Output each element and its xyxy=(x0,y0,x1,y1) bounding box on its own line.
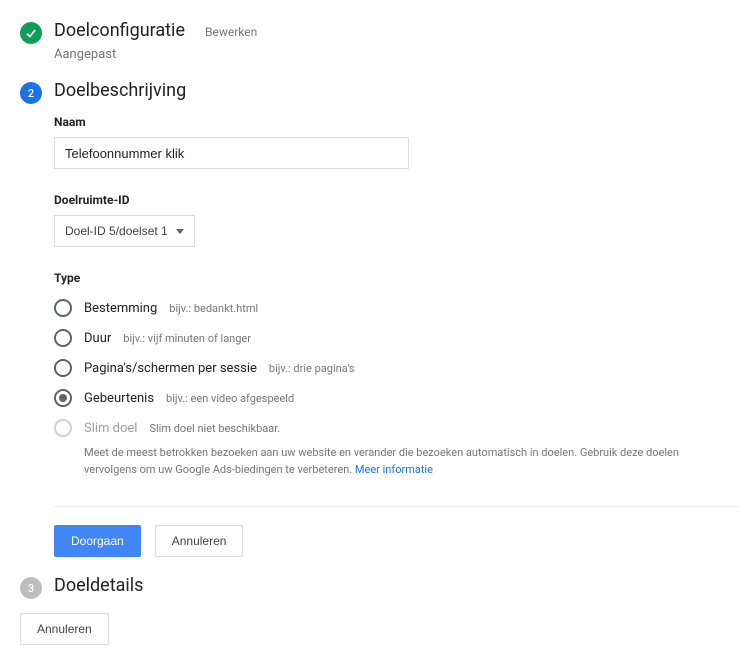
edit-link[interactable]: Bewerken xyxy=(205,25,257,39)
radio-icon[interactable] xyxy=(54,329,72,347)
slot-label: Doelruimte-ID xyxy=(54,193,739,207)
radio-icon xyxy=(54,419,72,437)
step3-title: Doeldetails xyxy=(54,575,143,596)
type-option-duration[interactable]: Duur bijv.: vijf minuten of langer xyxy=(54,323,739,353)
radio-icon[interactable] xyxy=(54,389,72,407)
radio-label: Bestemming xyxy=(84,301,157,316)
step-goal-details: 3 Doeldetails xyxy=(20,575,739,599)
step2-badge: 2 xyxy=(20,82,42,104)
step2-title: Doelbeschrijving xyxy=(54,80,186,101)
radio-label: Gebeurtenis xyxy=(84,391,154,406)
divider xyxy=(54,506,739,507)
smart-description: Meet de meest betrokken bezoeken aan uw … xyxy=(84,445,714,478)
step3-badge: 3 xyxy=(20,577,42,599)
radio-label: Slim doel xyxy=(84,421,137,436)
radio-hint: Slim doel niet beschikbaar. xyxy=(149,422,280,435)
step-goal-configuration: Doelconfiguratie Bewerken Aangepast xyxy=(20,20,739,62)
radio-hint: bijv.: vijf minuten of langer xyxy=(123,332,251,345)
name-label: Naam xyxy=(54,115,739,129)
radio-label: Duur xyxy=(84,331,111,346)
slot-select[interactable]: Doel-ID 5/doelset 1 xyxy=(54,215,195,247)
radio-hint: bijv.: een video afgespeeld xyxy=(166,392,294,405)
type-label: Type xyxy=(54,271,739,285)
radio-icon[interactable] xyxy=(54,299,72,317)
type-option-pages[interactable]: Pagina's/schermen per sessie bijv.: drie… xyxy=(54,353,739,383)
cancel-button[interactable]: Annuleren xyxy=(155,525,244,557)
radio-hint: bijv.: drie pagina's xyxy=(269,362,355,375)
continue-button[interactable]: Doorgaan xyxy=(54,525,141,557)
type-option-destination[interactable]: Bestemming bijv.: bedankt.html xyxy=(54,293,739,323)
step-goal-description: 2 Doelbeschrijving Naam Doelruimte-ID Do… xyxy=(20,80,739,557)
bottom-cancel-button[interactable]: Annuleren xyxy=(20,613,109,645)
name-input[interactable] xyxy=(54,137,409,169)
check-icon xyxy=(20,22,42,44)
caret-down-icon xyxy=(176,229,184,234)
smart-more-info-link[interactable]: Meer informatie xyxy=(355,463,433,476)
type-option-smart: Slim doel Slim doel niet beschikbaar. xyxy=(54,413,739,443)
radio-label: Pagina's/schermen per sessie xyxy=(84,361,257,376)
type-option-event[interactable]: Gebeurtenis bijv.: een video afgespeeld xyxy=(54,383,739,413)
radio-hint: bijv.: bedankt.html xyxy=(169,302,258,315)
step1-title: Doelconfiguratie xyxy=(54,20,185,41)
radio-icon[interactable] xyxy=(54,359,72,377)
slot-value: Doel-ID 5/doelset 1 xyxy=(65,224,168,238)
step1-subtitle: Aangepast xyxy=(54,47,739,62)
